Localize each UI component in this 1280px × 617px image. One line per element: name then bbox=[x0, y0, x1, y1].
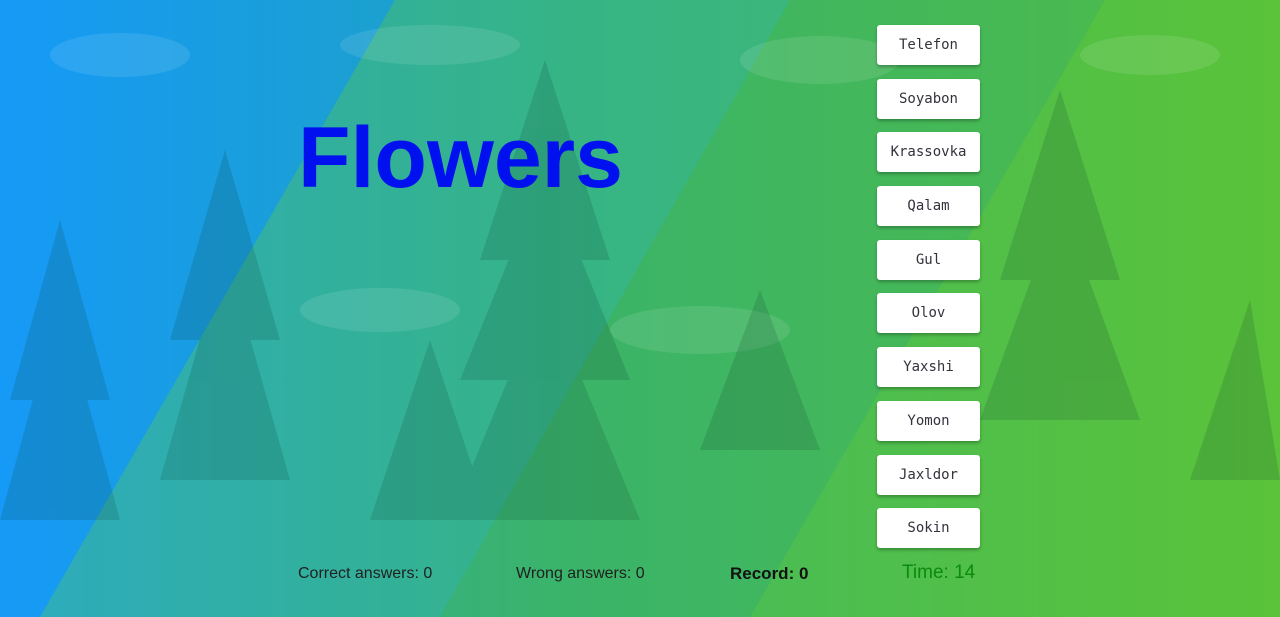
answer-button-sokin[interactable]: Sokin bbox=[877, 508, 980, 549]
answer-button-soyabon[interactable]: Soyabon bbox=[877, 78, 980, 119]
answer-button-yomon[interactable]: Yomon bbox=[877, 400, 980, 441]
answer-button-olov[interactable]: Olov bbox=[877, 293, 980, 334]
forest-background bbox=[0, 0, 1280, 617]
correct-answers-count: Correct answers: 0 bbox=[298, 565, 433, 582]
answer-button-gul[interactable]: Gul bbox=[877, 239, 980, 280]
answer-button-qalam[interactable]: Qalam bbox=[877, 186, 980, 227]
answer-button-krassovka[interactable]: Krassovka bbox=[877, 132, 980, 173]
wrong-answers-count: Wrong answers: 0 bbox=[516, 565, 645, 582]
record-score: Record: 0 bbox=[730, 564, 809, 583]
answer-list: Telefon Soyabon Krassovka Qalam Gul Olov… bbox=[877, 25, 981, 562]
answer-button-jaxldor[interactable]: Jaxldor bbox=[877, 454, 980, 495]
timer: Time: 14 bbox=[902, 562, 976, 583]
answer-button-yaxshi[interactable]: Yaxshi bbox=[877, 347, 980, 388]
answer-button-telefon[interactable]: Telefon bbox=[877, 25, 980, 65]
question-word: Flowers bbox=[298, 110, 623, 206]
